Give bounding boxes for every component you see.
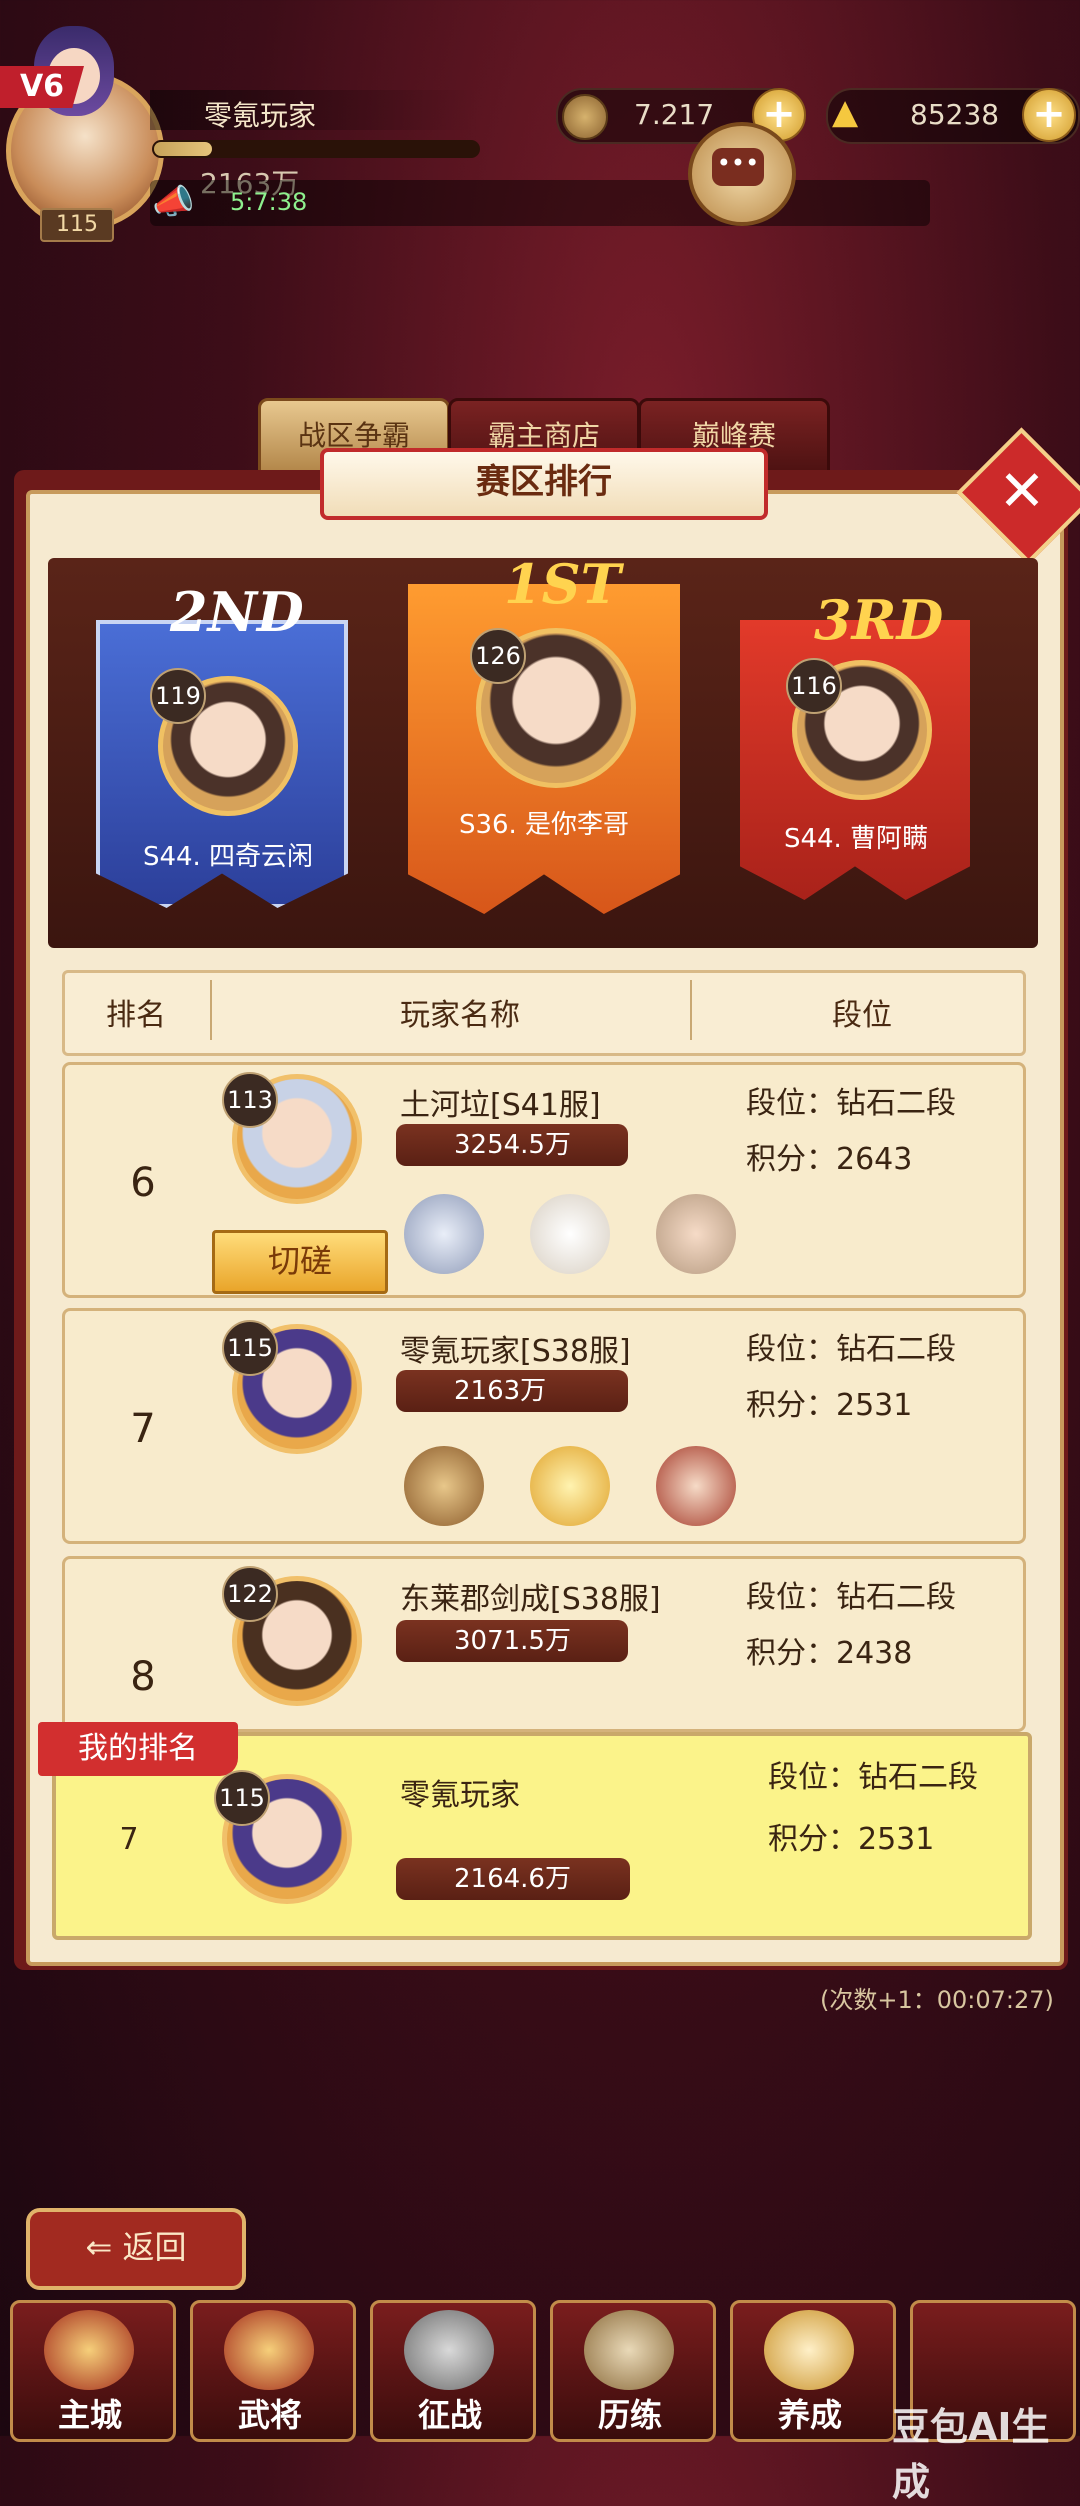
row-level: 122 [222, 1566, 278, 1622]
row-score: 积分：2438 [746, 1636, 913, 1671]
my-rank-tag: 我的排名 [38, 1722, 238, 1776]
main-city-icon [44, 2310, 134, 2390]
third-place-level: 116 [786, 658, 842, 714]
my-power: 2164.6万 [396, 1858, 630, 1900]
copper-value: 7.217 [634, 98, 715, 131]
companion-icon [656, 1194, 736, 1274]
watermark: 豆包AI生成 [892, 2405, 1050, 2504]
header-divider [210, 980, 212, 1040]
back-label: 返回 [122, 2228, 187, 2266]
close-icon[interactable]: ✕ [990, 456, 1054, 528]
row-power: 3254.5万 [396, 1124, 628, 1166]
my-level: 115 [214, 1770, 270, 1826]
header-divider [690, 980, 692, 1040]
bronze-badge-icon [404, 1446, 484, 1526]
player-name: 零氪玩家 [204, 99, 317, 132]
second-place-level: 119 [150, 668, 206, 724]
chat-icon: ••• [712, 148, 764, 186]
develop-icon [764, 2310, 854, 2390]
row-segment: 段位：钻石二段 [746, 1086, 956, 1121]
row-segment: 段位：钻石二段 [746, 1332, 956, 1367]
chat-preview: 5:7:38 [230, 188, 308, 216]
nav-label: 征战 [417, 2396, 482, 2434]
exp-bar-fill [154, 142, 212, 156]
third-place-name: S44. 曹阿瞒 [783, 824, 929, 854]
attempt-timer: (次数+1：00:07:27) [820, 1986, 1054, 2014]
back-arrow-icon: ⇐ [85, 2228, 113, 2266]
companion-icon [530, 1446, 610, 1526]
generals-icon [224, 2310, 314, 2390]
header-segment: 段位 [832, 998, 892, 1033]
companion-icon [656, 1446, 736, 1526]
my-score: 积分：2531 [768, 1822, 935, 1857]
row-score: 积分：2643 [746, 1142, 913, 1177]
second-place-name: S44. 四奇云闲 [142, 842, 314, 872]
trials-icon [584, 2310, 674, 2390]
copper-coin-icon [562, 94, 608, 140]
row-segment: 段位：钻石二段 [746, 1580, 956, 1615]
row-power: 2163万 [396, 1370, 628, 1412]
spar-button[interactable]: 切磋 [212, 1230, 388, 1294]
gold-ingot-icon: ▲ [832, 92, 859, 132]
nav-label: 历练 [597, 2396, 662, 2434]
gold-add-button[interactable]: + [1022, 88, 1076, 142]
row-score: 积分：2531 [746, 1388, 913, 1423]
row-power: 3071.5万 [396, 1620, 628, 1662]
row-rank: 8 [130, 1654, 156, 1700]
my-segment: 段位：钻石二段 [768, 1760, 978, 1795]
back-button[interactable]: ⇐ 返回 [26, 2208, 246, 2290]
header-name: 玩家名称 [400, 998, 520, 1033]
row-name: 东莱郡剑成[S38服] [400, 1582, 661, 1617]
player-level: 115 [40, 208, 114, 242]
my-rank-value: 7 [119, 1822, 139, 1857]
row-rank: 7 [130, 1406, 156, 1452]
row-name: 零氪玩家[S38服] [400, 1334, 631, 1369]
campaign-icon [404, 2310, 494, 2390]
nav-label: 养成 [777, 2396, 842, 2434]
nav-label: 主城 [57, 2396, 122, 2434]
row-level: 115 [222, 1320, 278, 1376]
panel-title: 赛区排行 [320, 448, 768, 520]
horn-icon[interactable]: 📣 [152, 182, 212, 228]
row-name: 土河垃[S41服] [400, 1088, 601, 1123]
companion-icon [530, 1194, 610, 1274]
second-place-label: 2ND [170, 580, 304, 644]
vip-badge: V6 [0, 66, 84, 108]
row-level: 113 [222, 1072, 278, 1128]
my-name: 零氪玩家 [400, 1778, 520, 1813]
third-place-label: 3RD [814, 588, 944, 652]
first-place-level: 126 [470, 628, 526, 684]
header-rank: 排名 [106, 998, 166, 1033]
gold-value: 85238 [910, 98, 1000, 131]
first-place-label: 1ST [504, 552, 621, 616]
first-place-name: S36. 是你李哥 [458, 810, 630, 840]
row-rank: 6 [130, 1160, 156, 1206]
silver-badge-icon [404, 1194, 484, 1274]
nav-label: 武将 [237, 2396, 302, 2434]
